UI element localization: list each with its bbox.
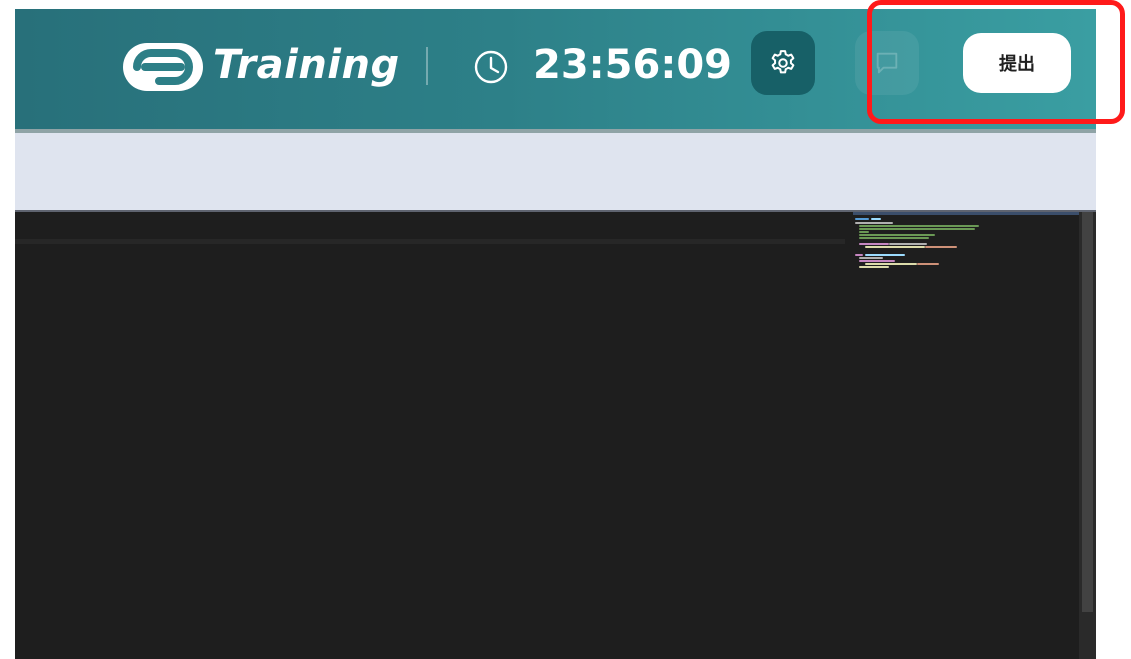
vertical-scrollbar[interactable] — [1079, 212, 1096, 659]
minimap-line — [859, 225, 979, 227]
top-header: Training 23:56:09 提出 — [15, 9, 1096, 133]
gear-icon — [771, 50, 795, 74]
minimap-line — [859, 228, 975, 230]
minimap-line — [855, 222, 893, 224]
header-divider — [426, 47, 428, 85]
minimap-line — [859, 234, 935, 236]
scrollbar-thumb[interactable] — [1082, 212, 1093, 612]
minimap-line — [859, 266, 889, 268]
minimap-line — [925, 246, 957, 248]
countdown-timer: 23:56:09 — [533, 42, 732, 88]
code-editor[interactable] — [15, 210, 1096, 659]
minimap-line — [859, 237, 929, 239]
minimap-line — [855, 218, 869, 220]
app-window: Training 23:56:09 提出 — [15, 9, 1096, 659]
minimap-line — [859, 231, 869, 233]
minimap-line — [859, 257, 883, 259]
editor-minimap[interactable] — [853, 212, 1079, 659]
logo-text: Training — [213, 42, 400, 88]
chat-bubble-icon — [876, 52, 898, 74]
minimap-line — [859, 260, 895, 262]
minimap-line — [889, 243, 927, 245]
minimap-line — [865, 246, 925, 248]
minimap-viewport-slider[interactable] — [853, 212, 1079, 215]
minimap-line — [865, 254, 905, 256]
submit-button[interactable]: 提出 — [963, 33, 1071, 93]
logo-icon — [123, 43, 203, 91]
current-line-highlight — [15, 239, 845, 244]
minimap-line — [865, 263, 917, 265]
minimap-line — [855, 254, 863, 256]
settings-button[interactable] — [751, 31, 815, 95]
chat-button[interactable] — [855, 31, 919, 95]
editor-toolbar — [15, 133, 1096, 210]
clock-icon — [474, 50, 508, 84]
minimap-line — [859, 243, 889, 245]
minimap-line — [871, 218, 881, 220]
minimap-line — [917, 263, 939, 265]
